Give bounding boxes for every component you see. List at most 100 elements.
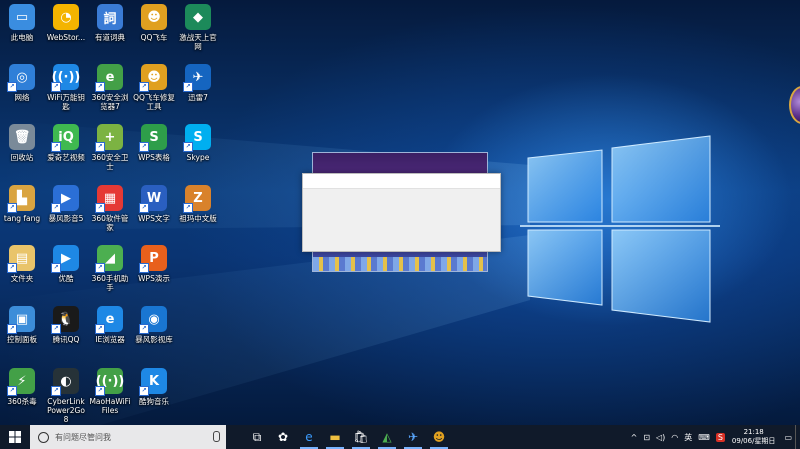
- shortcut-arrow-icon: ↗: [139, 386, 149, 396]
- dialog-titlebar[interactable]: [303, 174, 500, 189]
- cortana-search-box[interactable]: 有问题尽管问我: [30, 425, 226, 449]
- file-explorer-icon: ▬: [329, 430, 341, 444]
- thunder-icon: ✈ ↗: [183, 64, 211, 92]
- desktop-icon[interactable]: ◐ ↗ CyberLink Power2Go 8: [44, 368, 88, 424]
- computer-icon: ▭: [9, 4, 35, 30]
- desktop-icon[interactable]: S ↗ WPS表格: [132, 124, 176, 162]
- shortcut-arrow-icon: ↗: [95, 263, 105, 273]
- kugou-icon: K ↗: [139, 368, 167, 396]
- shortcut-arrow-icon: ↗: [139, 203, 149, 213]
- 360-antivirus-icon: ⚡ ↗: [7, 368, 35, 396]
- desktop-icon-label: 暴风影音5: [48, 214, 84, 223]
- desktop-icon-label: 激战天上官网: [179, 33, 217, 51]
- shortcut-arrow-icon: ↗: [139, 324, 149, 334]
- tray-wifi-icon[interactable]: ◠: [671, 433, 678, 442]
- desktop-icon[interactable]: 🗑 回收站: [0, 124, 44, 162]
- app-green-taskbar-button[interactable]: ◭: [374, 425, 400, 449]
- shortcut-arrow-icon: ↗: [183, 203, 193, 213]
- file-explorer-taskbar-button[interactable]: ▬: [322, 425, 348, 449]
- desktop-icon[interactable]: ▶ ↗ 暴风影音5: [44, 185, 88, 223]
- shortcut-arrow-icon: ↗: [51, 386, 61, 396]
- task-view-taskbar-button[interactable]: ⧉: [244, 425, 270, 449]
- desktop-icon[interactable]: + ↗ 360安全卫士: [88, 124, 132, 171]
- desktop-icon-label: 暴风影视库: [135, 335, 173, 344]
- qq-icon: 🐧 ↗: [51, 306, 79, 334]
- tray-ime-indicator[interactable]: 英: [684, 432, 692, 443]
- desktop-icon[interactable]: S ↗ Skype: [176, 124, 220, 162]
- ie-icon: e ↗: [95, 306, 123, 334]
- start-button[interactable]: [0, 425, 30, 449]
- youku-icon: ▶ ↗: [51, 245, 79, 273]
- desktop-icon[interactable]: K ↗ 酷狗音乐: [132, 368, 176, 406]
- wps-sheet-icon: S ↗: [139, 124, 167, 152]
- desktop-icon-label: 控制面板: [7, 335, 37, 344]
- desktop-icon-label: WPS文字: [138, 214, 170, 223]
- desktop-icon[interactable]: ▶ ↗ 优酷: [44, 245, 88, 283]
- desktop-icon[interactable]: ▣ ↗ 控制面板: [0, 306, 44, 344]
- desktop-icon[interactable]: ((·)) ↗ WiFi万能钥匙: [44, 64, 88, 111]
- desktop-icon[interactable]: W ↗ WPS文字: [132, 185, 176, 223]
- user-folder-icon: ▙ ↗: [7, 185, 35, 213]
- desktop-icon-label: 360安全卫士: [91, 153, 129, 171]
- desktop-icon[interactable]: ◆ 激战天上官网: [176, 4, 220, 51]
- iqiyi-icon: iQ ↗: [51, 124, 79, 152]
- desktop-icon[interactable]: ☻ QQ飞车: [132, 4, 176, 42]
- desktop-icon[interactable]: ▤ ↗ 文件夹: [0, 245, 44, 283]
- shortcut-arrow-icon: ↗: [139, 82, 149, 92]
- tray-chevron-icon[interactable]: ^: [631, 433, 638, 442]
- desktop-icon[interactable]: ▙ ↗ tang fang: [0, 185, 44, 223]
- desktop-icon[interactable]: ((·)) ↗ MaoHaWiFi Files: [88, 368, 132, 415]
- desktop-icon[interactable]: 詞有道词典: [88, 4, 132, 42]
- desktop-icon-label: CyberLink Power2Go 8: [47, 397, 85, 424]
- shortcut-arrow-icon: ↗: [51, 142, 61, 152]
- desktop-icon[interactable]: Z ↗ 祖玛中文版: [176, 185, 220, 223]
- desktop-icon-label: 网络: [14, 93, 30, 102]
- desktop-icon-label: 优酷: [58, 274, 74, 283]
- desktop-icon-label: 360杀毒: [7, 397, 37, 406]
- action-center-icon[interactable]: ▭: [784, 433, 792, 442]
- taskbar-clock[interactable]: 21:18 09/06/星期日: [732, 428, 776, 446]
- folder-icon: ▤ ↗: [7, 245, 35, 273]
- desktop-icon-label: MaoHaWiFi Files: [89, 397, 131, 415]
- shortcut-arrow-icon: ↗: [51, 82, 61, 92]
- tray-antivirus-icon[interactable]: S: [715, 432, 725, 442]
- wps-writer-icon: W ↗: [139, 185, 167, 213]
- shortcut-arrow-icon: ↗: [7, 386, 17, 396]
- clock-date: 09/06/星期日: [731, 437, 776, 445]
- microphone-icon[interactable]: [213, 431, 220, 442]
- desktop-icon[interactable]: ◉ ↗ 暴风影视库: [132, 306, 176, 344]
- tray-keyboard-icon[interactable]: ⌨: [698, 433, 710, 442]
- pinwheel-taskbar-button[interactable]: ✿: [270, 425, 296, 449]
- desktop-icon[interactable]: 🐧 ↗ 腾讯QQ: [44, 306, 88, 344]
- desktop-icon-label: 爱奇艺视频: [47, 153, 85, 162]
- desktop-icon[interactable]: ⚡ ↗ 360杀毒: [0, 368, 44, 406]
- qq-speed-taskbar-taskbar-button[interactable]: ☻: [426, 425, 452, 449]
- shortcut-arrow-icon: ↗: [7, 263, 17, 273]
- desktop-icon[interactable]: e ↗ IE浏览器: [88, 306, 132, 344]
- blank-dialog-window[interactable]: [302, 173, 501, 252]
- thunder-taskbar-taskbar-button[interactable]: ✈: [400, 425, 426, 449]
- desktop-icon[interactable]: ☻ ↗ QQ飞车修复工具: [132, 64, 176, 111]
- desktop-icon[interactable]: ◔ WebStor...: [44, 4, 88, 42]
- desktop-icon[interactable]: ◢ ↗ 360手机助手: [88, 245, 132, 292]
- tray-network-icon[interactable]: ⊡: [643, 433, 650, 442]
- tray-volume-icon[interactable]: ◁): [656, 433, 665, 442]
- edge-taskbar-button[interactable]: e: [296, 425, 322, 449]
- desktop-icon[interactable]: e ↗ 360安全浏览器7: [88, 64, 132, 111]
- desktop-icon-label: 有道词典: [95, 33, 125, 42]
- shortcut-arrow-icon: ↗: [7, 324, 17, 334]
- desktop-icon[interactable]: ◎ ↗ 网络: [0, 64, 44, 102]
- desktop-icon[interactable]: P ↗ WPS演示: [132, 245, 176, 283]
- desktop-icon-label: WPS演示: [138, 274, 170, 283]
- desktop-icon[interactable]: iQ ↗ 爱奇艺视频: [44, 124, 88, 162]
- show-desktop-button[interactable]: [795, 425, 800, 449]
- wifi-key-icon: ((·)) ↗: [51, 64, 80, 92]
- desktop-icon[interactable]: ▦ ↗ 360软件管家: [88, 185, 132, 232]
- store-taskbar-button[interactable]: 🛍: [348, 425, 374, 449]
- shortcut-arrow-icon: ↗: [139, 263, 149, 273]
- desktop-icon-label: WiFi万能钥匙: [47, 93, 85, 111]
- desktop-icon[interactable]: ✈ ↗ 迅雷7: [176, 64, 220, 102]
- desktop-icon-label: 360安全浏览器7: [91, 93, 129, 111]
- desktop-icon[interactable]: ▭ 此电脑: [0, 4, 44, 42]
- desktop-icon-label: QQ飞车: [140, 33, 168, 42]
